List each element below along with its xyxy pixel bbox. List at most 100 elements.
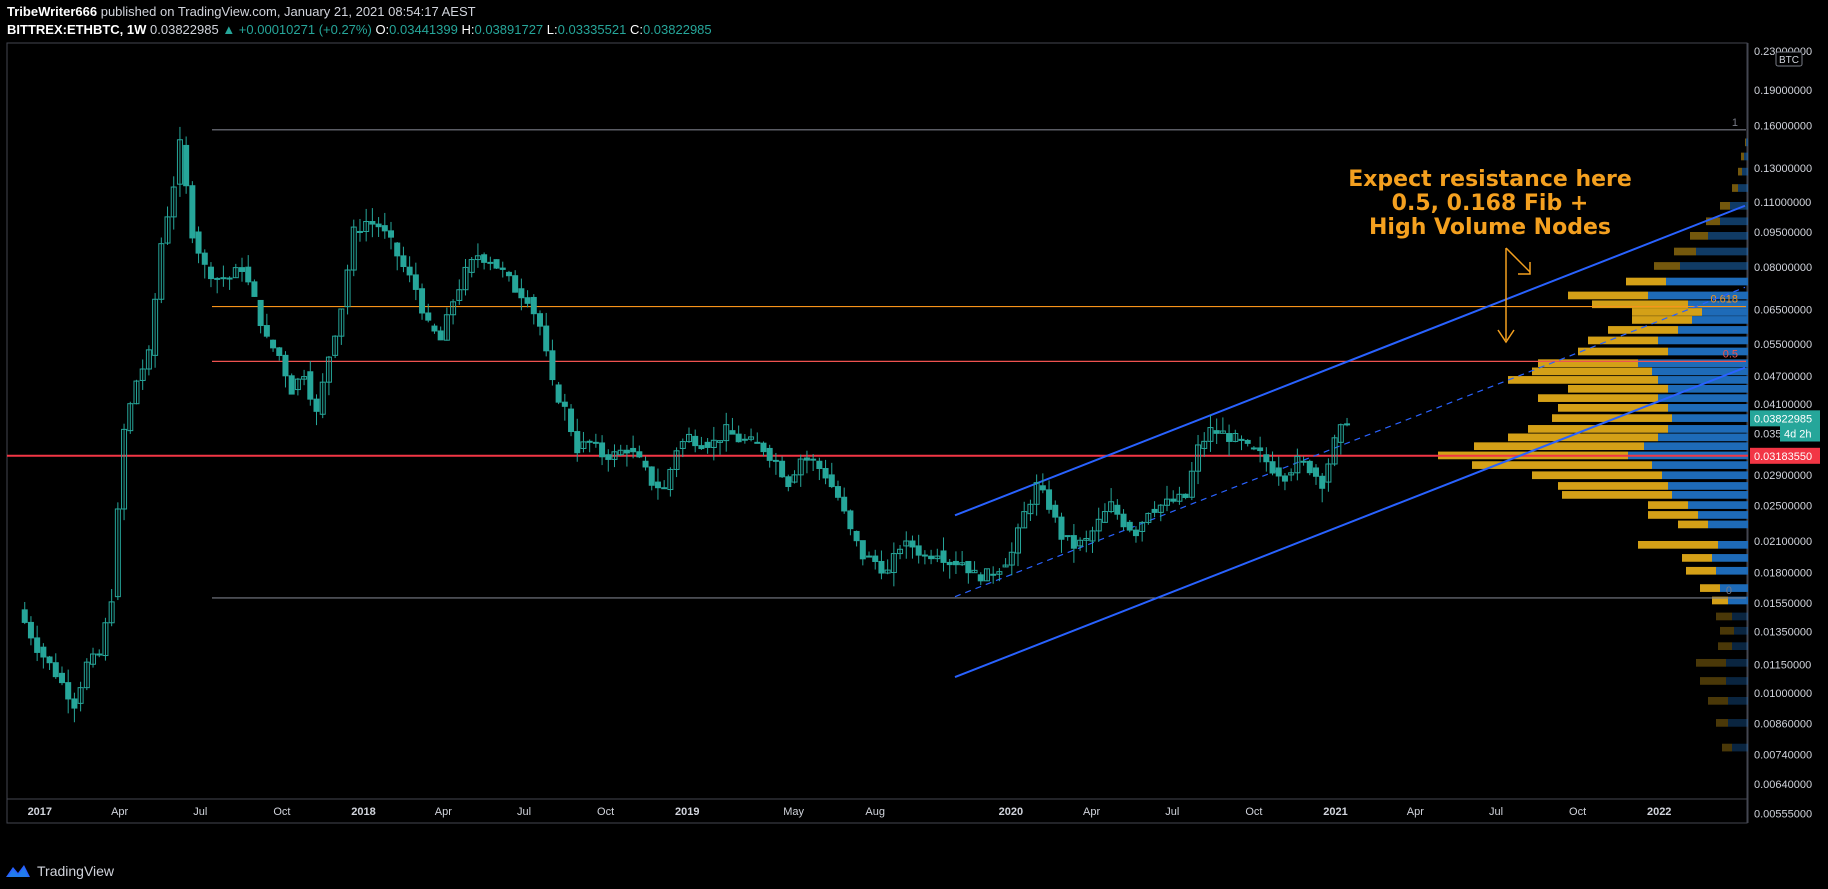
- candle-body[interactable]: [96, 653, 103, 656]
- candle-body[interactable]: [636, 451, 643, 458]
- candle-body[interactable]: [1070, 535, 1077, 549]
- price-chart[interactable]: 10.6180.500.230000000.190000000.16000000…: [0, 0, 1828, 860]
- candle-body[interactable]: [729, 430, 736, 435]
- candle-body[interactable]: [257, 299, 264, 327]
- candle-body[interactable]: [375, 223, 382, 228]
- candle-body[interactable]: [555, 384, 562, 403]
- candle-body[interactable]: [630, 447, 637, 453]
- candle-body[interactable]: [512, 275, 519, 293]
- candle-body[interactable]: [841, 496, 848, 512]
- candle-body[interactable]: [52, 662, 59, 678]
- candle-body[interactable]: [990, 573, 997, 576]
- footer-brand[interactable]: TradingView: [5, 860, 114, 882]
- candle-body[interactable]: [481, 254, 488, 263]
- candle-body[interactable]: [239, 267, 246, 272]
- candle-body[interactable]: [369, 221, 376, 225]
- candle-body[interactable]: [586, 440, 593, 443]
- candle-body[interactable]: [207, 266, 214, 280]
- candle-body[interactable]: [1132, 529, 1139, 537]
- candle-body[interactable]: [220, 277, 227, 280]
- candle-body[interactable]: [1275, 467, 1282, 477]
- candle-body[interactable]: [518, 288, 525, 299]
- candle-body[interactable]: [568, 408, 575, 433]
- candle-body[interactable]: [1046, 489, 1053, 510]
- candle-body[interactable]: [21, 609, 28, 623]
- candle-body[interactable]: [654, 481, 661, 489]
- candle-body[interactable]: [58, 672, 65, 684]
- candle-body[interactable]: [270, 339, 277, 349]
- candle-body[interactable]: [704, 441, 711, 448]
- candle-body[interactable]: [816, 460, 823, 470]
- candle-body[interactable]: [1039, 485, 1046, 491]
- candle-body[interactable]: [946, 561, 953, 566]
- candle-body[interactable]: [859, 540, 866, 560]
- candle-body[interactable]: [1344, 423, 1351, 426]
- candle-body[interactable]: [251, 281, 258, 297]
- candle-body[interactable]: [760, 442, 767, 453]
- candle-body[interactable]: [1170, 498, 1177, 502]
- candle-body[interactable]: [40, 646, 47, 658]
- candle-body[interactable]: [388, 230, 395, 238]
- candle-body[interactable]: [183, 144, 190, 187]
- candle-body[interactable]: [692, 435, 699, 447]
- candle-body[interactable]: [530, 296, 537, 315]
- candle-body[interactable]: [524, 297, 531, 304]
- candle-body[interactable]: [1238, 438, 1245, 441]
- candle-body[interactable]: [34, 637, 41, 653]
- candle-body[interactable]: [1213, 430, 1220, 434]
- candle-body[interactable]: [499, 267, 506, 270]
- candle-body[interactable]: [1058, 516, 1065, 540]
- candle-body[interactable]: [834, 486, 841, 498]
- candle-body[interactable]: [288, 375, 295, 395]
- candle-body[interactable]: [195, 231, 202, 254]
- candle-body[interactable]: [574, 431, 581, 454]
- candle-body[interactable]: [412, 274, 419, 290]
- candle-body[interactable]: [605, 454, 612, 460]
- candle-body[interactable]: [965, 560, 972, 574]
- candle-body[interactable]: [735, 433, 742, 443]
- candle-body[interactable]: [878, 560, 885, 574]
- candle-body[interactable]: [853, 530, 860, 542]
- candle-body[interactable]: [915, 545, 922, 556]
- candle-body[interactable]: [543, 325, 550, 352]
- candle-body[interactable]: [561, 401, 568, 407]
- candle-body[interactable]: [549, 350, 556, 381]
- candle-body[interactable]: [307, 371, 314, 400]
- candle-body[interactable]: [1319, 475, 1326, 489]
- candle-body[interactable]: [1052, 504, 1059, 518]
- candle-body[interactable]: [785, 476, 792, 488]
- candle-body[interactable]: [872, 555, 879, 563]
- candle-body[interactable]: [698, 445, 705, 450]
- candle-body[interactable]: [356, 230, 363, 233]
- candle-body[interactable]: [425, 312, 432, 321]
- candle-body[interactable]: [766, 447, 773, 461]
- candle-body[interactable]: [1226, 433, 1233, 442]
- candle-body[interactable]: [493, 259, 500, 269]
- candle-body[interactable]: [1300, 460, 1307, 463]
- candle-body[interactable]: [952, 560, 959, 566]
- candle-body[interactable]: [381, 225, 388, 232]
- candle-body[interactable]: [940, 550, 947, 563]
- candle-body[interactable]: [928, 555, 935, 560]
- candle-body[interactable]: [828, 474, 835, 488]
- candle-body[interactable]: [909, 540, 916, 548]
- candle-body[interactable]: [599, 442, 606, 458]
- candle-body[interactable]: [1281, 475, 1288, 482]
- candle-body[interactable]: [921, 554, 928, 557]
- candle-body[interactable]: [1114, 504, 1121, 515]
- candle-body[interactable]: [437, 330, 444, 341]
- candle-body[interactable]: [592, 441, 599, 444]
- candle-body[interactable]: [276, 347, 283, 357]
- candle-body[interactable]: [263, 325, 270, 337]
- candle-body[interactable]: [65, 682, 72, 700]
- candle-body[interactable]: [779, 460, 786, 478]
- candle-body[interactable]: [847, 510, 854, 530]
- candle-body[interactable]: [642, 460, 649, 468]
- candle-body[interactable]: [71, 698, 78, 709]
- candle-body[interactable]: [431, 325, 438, 332]
- candle-body[interactable]: [214, 277, 221, 280]
- candle-body[interactable]: [1269, 461, 1276, 474]
- candle-body[interactable]: [27, 621, 34, 639]
- candle-body[interactable]: [313, 398, 320, 412]
- channel-lower-line[interactable]: [954, 366, 1746, 679]
